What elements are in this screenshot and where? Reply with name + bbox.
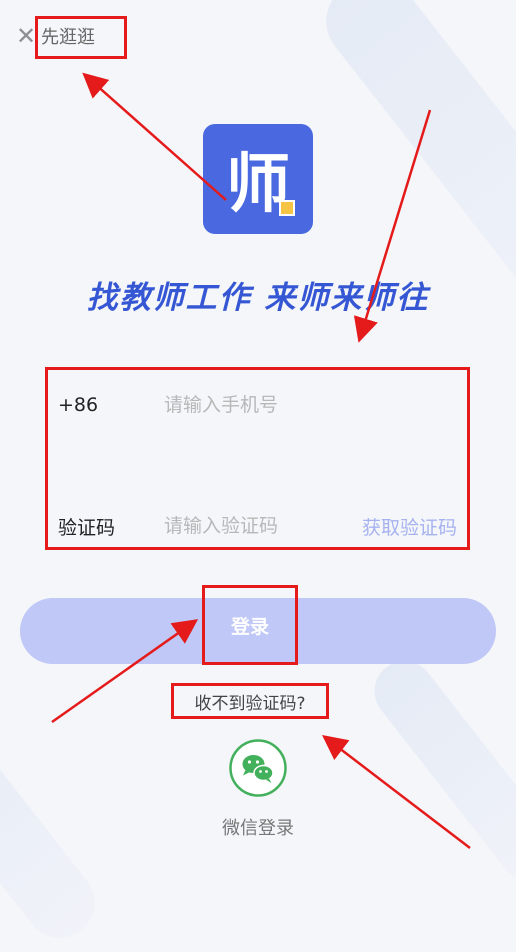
- phone-input[interactable]: [164, 394, 457, 416]
- code-row: 验证码 获取验证码: [58, 506, 457, 546]
- code-label: 验证码: [58, 516, 116, 539]
- code-input[interactable]: [164, 515, 362, 537]
- background-stripe: [362, 649, 516, 891]
- phone-row: +86: [58, 385, 457, 425]
- logo-badge-icon: [279, 200, 295, 216]
- slogan: 找教师工作 来师来师往: [86, 280, 430, 316]
- wechat-login-label[interactable]: 微信登录: [0, 814, 516, 840]
- get-code-button[interactable]: 获取验证码: [362, 513, 457, 540]
- no-code-help-label: 收不到验证码?: [194, 693, 306, 714]
- app-logo: 师: [203, 124, 313, 234]
- annotation-box-skip: [35, 16, 127, 59]
- login-button-label[interactable]: 登录: [202, 585, 298, 665]
- no-code-help-link[interactable]: 收不到验证码?: [171, 683, 329, 719]
- login-form: +86 验证码 获取验证码: [45, 367, 470, 550]
- login-label: 登录: [230, 615, 269, 638]
- wechat-icon[interactable]: [229, 739, 287, 797]
- country-code[interactable]: +86: [58, 394, 164, 416]
